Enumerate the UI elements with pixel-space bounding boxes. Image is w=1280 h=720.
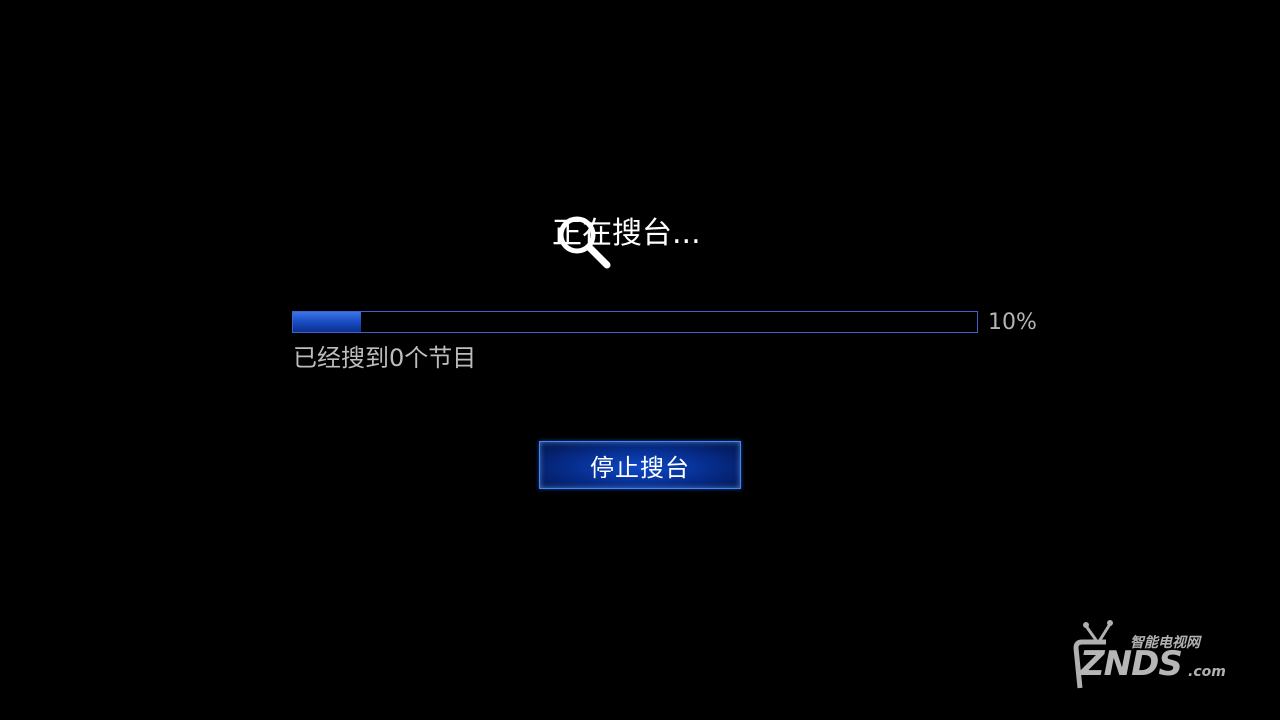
search-icon: [558, 216, 611, 269]
znds-watermark-logo: 智能电视网 ZNDS .com: [1066, 618, 1236, 692]
scan-progress-fill: [293, 312, 362, 332]
scan-title-area: 正在搜台...: [552, 208, 752, 269]
scan-progress-percent: 10%: [988, 310, 1037, 335]
stop-scan-button[interactable]: 停止搜台: [539, 441, 741, 489]
scan-progress-bar: [292, 311, 978, 333]
watermark-brand: ZNDS: [1080, 644, 1183, 684]
channels-found-status: 已经搜到0个节目: [293, 344, 477, 372]
stop-scan-button-label: 停止搜台: [590, 453, 690, 482]
watermark-domain: .com: [1188, 664, 1226, 680]
